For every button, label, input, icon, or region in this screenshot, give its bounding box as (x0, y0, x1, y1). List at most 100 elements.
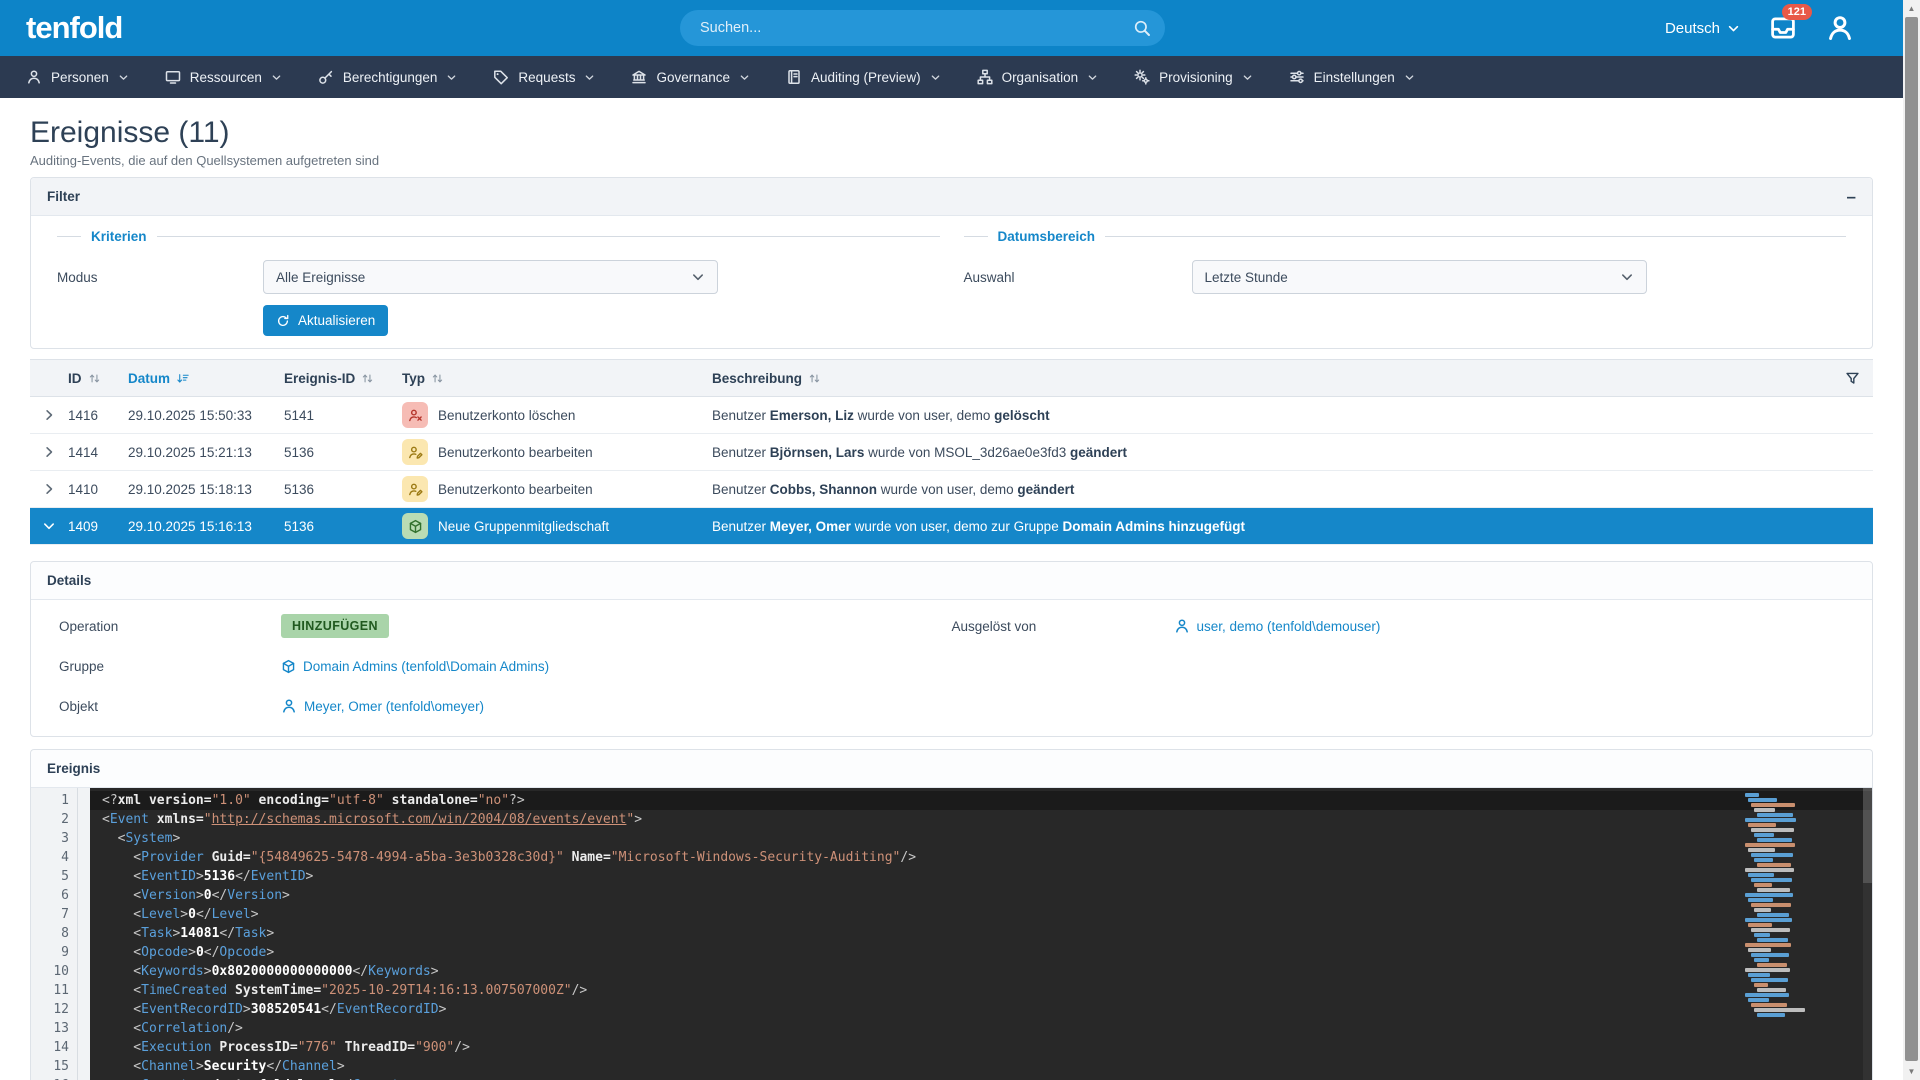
table-row[interactable]: 1410 29.10.2025 15:18:13 5136 Benutzerko… (30, 471, 1873, 508)
fold-gutter (77, 788, 90, 1080)
chevron-down-icon (1727, 22, 1740, 35)
cell-beschreibung: Benutzer Björnsen, Lars wurde von MSOL_3… (712, 445, 1831, 460)
cell-ereignis-id: 5136 (284, 519, 402, 534)
code-line: <EventRecordID>308520541</EventRecordID> (90, 1000, 1872, 1019)
chevron-down-icon (1087, 72, 1098, 83)
modus-select[interactable]: Alle Ereignisse (263, 260, 718, 294)
code-line: <System> (90, 829, 1872, 848)
ausgeloest-von-link[interactable]: user, demo (tenfold\demouser) (1174, 618, 1381, 634)
code-minimap[interactable] (1743, 793, 1799, 1018)
sliders-icon (1289, 69, 1305, 85)
refresh-icon (276, 314, 290, 328)
code-line: <Correlation/> (90, 1019, 1872, 1038)
user-menu-button[interactable] (1826, 14, 1854, 42)
chevron-right-icon[interactable] (30, 445, 68, 459)
xml-code-editor[interactable]: 12345678910111213141516 <?xml version="1… (31, 788, 1872, 1080)
nav-item-berechtigungen[interactable]: Berechtigungen (318, 69, 458, 85)
scrollbar-thumb[interactable] (1905, 17, 1918, 1061)
tag-icon (493, 69, 509, 85)
column-header-id[interactable]: ID (68, 371, 128, 386)
table-row[interactable]: 1416 29.10.2025 15:50:33 5141 Benutzerko… (30, 397, 1873, 434)
events-table: ID Datum Ereignis-ID Typ Beschreibung (30, 359, 1873, 545)
main-navbar: Personen Ressourcen Berechtigungen Reque… (0, 56, 1920, 98)
cell-typ: Benutzerkonto löschen (402, 402, 712, 428)
code-line: <EventID>5136</EventID> (90, 867, 1872, 886)
code-line: <Event xmlns="http://schemas.microsoft.c… (90, 810, 1872, 829)
modus-value: Alle Ereignisse (276, 270, 365, 285)
tenfold-logo: tenfold (26, 10, 122, 46)
kriterien-fieldset: Kriterien Modus Alle Ereignisse Aktualis… (57, 226, 940, 336)
ereignis-panel: Ereignis 12345678910111213141516 <?xml v… (30, 749, 1873, 1080)
page-scrollbar[interactable]: ▲ ▼ (1903, 0, 1920, 1080)
cell-typ: Benutzerkonto bearbeiten (402, 439, 712, 465)
cell-datum: 29.10.2025 15:18:13 (128, 482, 284, 497)
nav-item-governance[interactable]: Governance (631, 69, 750, 85)
kriterien-legend: Kriterien (91, 229, 147, 244)
nav-item-einstellungen[interactable]: Einstellungen (1289, 69, 1415, 85)
key-icon (318, 69, 334, 85)
scrollbar-up-arrow[interactable]: ▲ (1903, 0, 1920, 17)
code-line: <Keywords>0x8020000000000000</Keywords> (90, 962, 1872, 981)
code-area[interactable]: <?xml version="1.0" encoding="utf-8" sta… (90, 788, 1872, 1080)
column-header-beschreibung[interactable]: Beschreibung (712, 371, 1831, 386)
notification-badge: 121 (1782, 4, 1812, 20)
search-input[interactable] (680, 10, 1165, 46)
chevron-right-icon[interactable] (30, 482, 68, 496)
cell-datum: 29.10.2025 15:16:13 (128, 519, 284, 534)
user-delete-icon (402, 402, 428, 428)
language-selector[interactable]: Deutsch (1665, 20, 1740, 37)
nav-item-personen[interactable]: Personen (26, 69, 129, 85)
column-header-datum[interactable]: Datum (128, 371, 284, 386)
user-edit-icon (402, 439, 428, 465)
code-line: <Version>0</Version> (90, 886, 1872, 905)
group-icon (402, 513, 428, 539)
person-icon (1174, 618, 1190, 634)
refresh-button-label: Aktualisieren (298, 313, 375, 328)
search-icon[interactable] (1133, 19, 1151, 37)
chevron-right-icon[interactable] (30, 408, 68, 422)
notifications-button[interactable]: 121 (1770, 15, 1796, 41)
line-number-gutter: 12345678910111213141516 (31, 788, 77, 1080)
chevron-down-icon[interactable] (30, 519, 68, 533)
ausgeloest-von-label: Ausgelöst von (952, 619, 1174, 634)
global-search (680, 10, 1165, 46)
editor-scrollbar[interactable] (1863, 788, 1872, 1080)
group-cube-icon (281, 659, 296, 674)
nav-item-requests[interactable]: Requests (493, 69, 595, 85)
user-edit-icon (402, 476, 428, 502)
cell-id: 1410 (68, 482, 128, 497)
table-row[interactable]: 1409 29.10.2025 15:16:13 5136 Neue Grupp… (30, 508, 1873, 545)
auswahl-label: Auswahl (964, 270, 1192, 285)
nav-item-auditing-preview-[interactable]: Auditing (Preview) (786, 69, 941, 85)
person-icon (281, 698, 297, 714)
table-filter-icon[interactable] (1831, 371, 1873, 386)
auswahl-select[interactable]: Letzte Stunde (1192, 260, 1647, 294)
cell-typ: Benutzerkonto bearbeiten (402, 476, 712, 502)
chevron-down-icon (1404, 72, 1415, 83)
operation-label: Operation (59, 619, 281, 634)
refresh-button[interactable]: Aktualisieren (263, 305, 388, 336)
cell-datum: 29.10.2025 15:50:33 (128, 408, 284, 423)
sort-icon (431, 372, 444, 385)
table-row[interactable]: 1414 29.10.2025 15:21:13 5136 Benutzerko… (30, 434, 1873, 471)
nav-item-organisation[interactable]: Organisation (977, 69, 1099, 85)
nav-item-ressourcen[interactable]: Ressourcen (165, 69, 282, 85)
objekt-link[interactable]: Meyer, Omer (tenfold\omeyer) (281, 698, 484, 714)
details-header: Details (31, 562, 1872, 600)
column-header-typ[interactable]: Typ (402, 371, 712, 386)
sort-icon (88, 372, 101, 385)
code-line: <Computer>dc.tenfold.local</Computer> (90, 1076, 1872, 1080)
chevron-down-icon (739, 72, 750, 83)
gruppe-link[interactable]: Domain Admins (tenfold\Domain Admins) (281, 659, 549, 674)
events-table-header: ID Datum Ereignis-ID Typ Beschreibung (30, 359, 1873, 397)
scrollbar-down-arrow[interactable]: ▼ (1903, 1063, 1920, 1080)
datumsbereich-legend: Datumsbereich (998, 229, 1096, 244)
page-title: Ereignisse (11) (30, 116, 1873, 150)
cell-id: 1414 (68, 445, 128, 460)
collapse-icon[interactable]: – (1847, 192, 1856, 202)
auswahl-value: Letzte Stunde (1205, 270, 1288, 285)
sort-icon (808, 372, 821, 385)
details-title: Details (47, 573, 91, 588)
nav-item-provisioning[interactable]: Provisioning (1134, 69, 1253, 85)
column-header-ereignis-id[interactable]: Ereignis-ID (284, 371, 402, 386)
